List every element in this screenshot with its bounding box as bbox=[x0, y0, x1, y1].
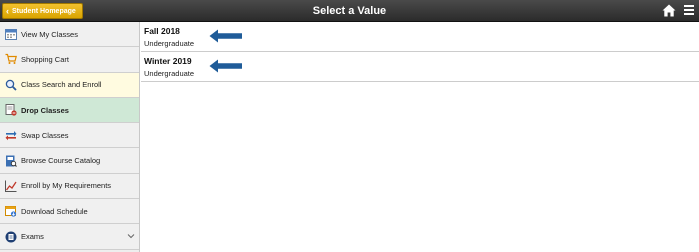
sidebar-item-class-search-and-enroll[interactable]: Class Search and Enroll bbox=[0, 72, 139, 98]
student-homepage-button[interactable]: ‹ Student Homepage bbox=[2, 3, 83, 19]
cart-icon bbox=[5, 54, 17, 65]
sidebar: View My Classes Shopping Cart Class Sear… bbox=[0, 22, 140, 252]
sidebar-item-label: Shopping Cart bbox=[21, 54, 69, 64]
student-homepage-label: Student Homepage bbox=[12, 7, 76, 15]
sidebar-item-enroll-by-my-requirements[interactable]: Enroll by My Requirements bbox=[0, 173, 139, 200]
chart-icon bbox=[5, 180, 17, 192]
sidebar-item-browse-course-catalog[interactable]: Browse Course Catalog bbox=[0, 148, 139, 174]
sidebar-item-drop-classes[interactable]: Drop Classes bbox=[0, 97, 139, 124]
catalog-icon bbox=[6, 155, 17, 167]
sidebar-item-exams[interactable]: Exams bbox=[0, 224, 139, 250]
sidebar-item-label: Swap Classes bbox=[21, 130, 69, 140]
sidebar-item-label: View My Classes bbox=[21, 29, 78, 39]
sidebar-item-label: Enroll by My Requirements bbox=[21, 181, 112, 191]
download-calendar-icon bbox=[5, 206, 17, 217]
chevron-left-icon: ‹ bbox=[6, 5, 9, 16]
sidebar-item-download-schedule[interactable]: Download Schedule bbox=[0, 199, 139, 225]
sidebar-item-label: Exams bbox=[21, 232, 44, 242]
term-list: Fall 2018 Undergraduate Winter 2019 Unde… bbox=[141, 22, 699, 252]
sidebar-item-shopping-cart[interactable]: Shopping Cart bbox=[0, 47, 139, 73]
term-row-fall-2018[interactable]: Fall 2018 Undergraduate bbox=[141, 22, 699, 52]
search-icon bbox=[5, 79, 17, 91]
calendar-icon bbox=[5, 29, 17, 41]
chevron-down-icon[interactable] bbox=[127, 232, 135, 240]
term-row-winter-2019[interactable]: Winter 2019 Undergraduate bbox=[141, 52, 699, 82]
sidebar-item-label: Class Search and Enroll bbox=[21, 80, 102, 90]
home-icon[interactable] bbox=[662, 4, 676, 17]
page-title: Select a Value bbox=[312, 5, 387, 17]
arrow-left-icon bbox=[209, 29, 242, 43]
sidebar-item-label: Drop Classes bbox=[21, 105, 69, 115]
sidebar-item-view-my-classes[interactable]: View My Classes bbox=[0, 22, 139, 48]
sidebar-item-label: Download Schedule bbox=[21, 206, 88, 216]
exams-icon bbox=[5, 231, 17, 243]
header-bar: ‹ Student Homepage Select a Value bbox=[0, 0, 699, 22]
sidebar-item-swap-classes[interactable]: Swap Classes bbox=[0, 123, 139, 149]
arrow-left-icon bbox=[209, 59, 242, 73]
hamburger-menu-icon[interactable] bbox=[684, 5, 694, 17]
swap-icon bbox=[5, 131, 17, 141]
sidebar-item-label: Browse Course Catalog bbox=[21, 156, 101, 166]
drop-classes-icon bbox=[5, 104, 17, 116]
